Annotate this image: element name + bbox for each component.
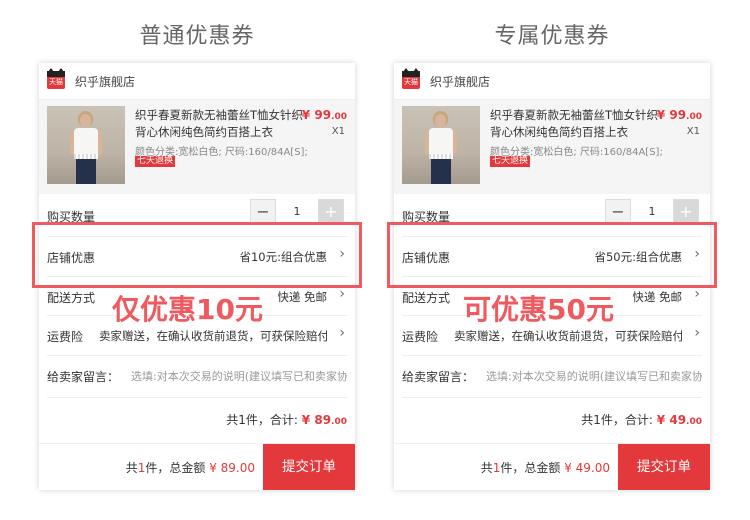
shipping-label: 配送方式	[47, 291, 96, 305]
checkout-bar: 共1件，总金额 ¥ 49.00 提交订单	[394, 443, 710, 490]
shipping-value: 快递 免邮	[277, 290, 327, 304]
checkout-bar: 共1件，总金额 ¥ 89.00 提交订单	[39, 443, 355, 490]
discount-callout: 仅优惠10元	[112, 293, 263, 326]
discount-highlight-box	[387, 222, 717, 288]
subtotal-row: 共1件，合计: ¥ 49.00	[402, 397, 702, 440]
discount-callout: 可优惠50元	[463, 293, 614, 326]
product-item[interactable]: 织乎春夏新款无袖蕾丝T恤女针织背心休闲纯色简约百搭上衣 ¥ 99.00 X1 颜…	[394, 100, 710, 194]
product-title[interactable]: 织乎春夏新款无袖蕾丝T恤女针织背心休闲纯色简约百搭上衣	[135, 107, 305, 141]
shipping-label: 配送方式	[402, 291, 451, 305]
product-image[interactable]	[47, 106, 125, 184]
product-price: ¥ 99.00	[656, 108, 702, 122]
order-summary: 共1件，总金额 ¥ 49.00	[480, 461, 610, 475]
product-quantity: X1	[686, 126, 700, 137]
shop-row[interactable]: 天猫 织乎旗舰店	[394, 63, 710, 100]
chevron-right-icon: ›	[339, 325, 345, 341]
shop-name: 织乎旗舰店	[430, 75, 491, 89]
product-item[interactable]: 织乎春夏新款无袖蕾丝T恤女针织背心休闲纯色简约百搭上衣 ¥ 99.00 X1 颜…	[39, 100, 355, 194]
subtotal-text: 共1件，合计: ¥ 49.00	[581, 413, 702, 427]
heading-exclusive-coupon: 专属优惠券	[494, 24, 610, 49]
order-summary: 共1件，总金额 ¥ 89.00	[125, 461, 255, 475]
product-image[interactable]	[402, 106, 480, 184]
return-policy-badge: 七天退换	[490, 156, 531, 167]
seller-note-label: 给卖家留言：	[47, 370, 120, 384]
return-policy-badge: 七天退换	[135, 156, 176, 167]
insurance-label: 运费险	[47, 330, 84, 344]
seller-note-row: 给卖家留言： 选填:对本次交易的说明(建议填写已和卖家协商一致的内容)	[47, 355, 347, 394]
subtotal-row: 共1件，合计: ¥ 89.00	[47, 397, 347, 440]
shop-name: 织乎旗舰店	[75, 75, 136, 89]
product-price: ¥ 99.00	[301, 108, 347, 122]
submit-order-button[interactable]: 提交订单	[618, 444, 710, 490]
subtotal-text: 共1件，合计: ¥ 89.00	[226, 413, 347, 427]
seller-note-input[interactable]: 选填:对本次交易的说明(建议填写已和卖家协商一致的内容)	[131, 368, 347, 384]
shipping-value: 快递 免邮	[632, 290, 682, 304]
seller-note-label: 给卖家留言：	[402, 370, 475, 384]
heading-normal-coupon: 普通优惠券	[139, 24, 255, 49]
insurance-value: 卖家赠送，在确认收货前退货，可获保险赔付	[454, 329, 682, 343]
product-quantity: X1	[331, 126, 345, 137]
shop-row[interactable]: 天猫 织乎旗舰店	[39, 63, 355, 100]
product-title[interactable]: 织乎春夏新款无袖蕾丝T恤女针织背心休闲纯色简约百搭上衣	[490, 107, 660, 141]
discount-highlight-box	[32, 222, 362, 288]
seller-note-input[interactable]: 选填:对本次交易的说明(建议填写已和卖家协商一致的内容)	[486, 368, 702, 384]
chevron-right-icon: ›	[694, 325, 700, 341]
insurance-value: 卖家赠送，在确认收货前退货，可获保险赔付	[99, 329, 327, 343]
seller-note-row: 给卖家留言： 选填:对本次交易的说明(建议填写已和卖家协商一致的内容)	[402, 355, 702, 394]
submit-order-button[interactable]: 提交订单	[263, 444, 355, 490]
tmall-icon: 天猫	[402, 68, 420, 89]
chevron-right-icon: ›	[694, 286, 700, 302]
insurance-label: 运费险	[402, 330, 439, 344]
chevron-right-icon: ›	[339, 286, 345, 302]
tmall-icon: 天猫	[47, 68, 65, 89]
